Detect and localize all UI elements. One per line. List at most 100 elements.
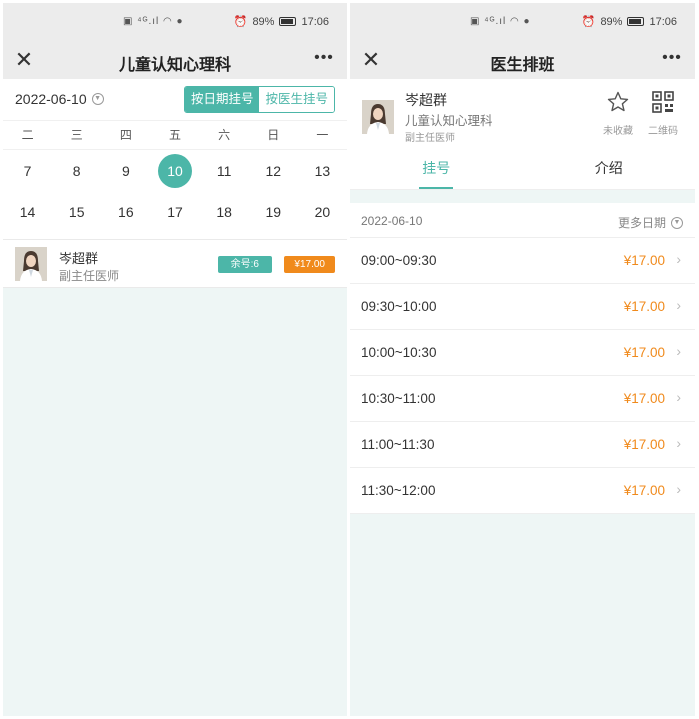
chevron-right-icon: › xyxy=(676,343,681,359)
tab-introduction[interactable]: 介绍 xyxy=(523,150,696,189)
qr-code-button[interactable]: 二维码 xyxy=(643,90,683,137)
chevron-down-icon: ▼ xyxy=(91,93,104,105)
slot-time: 11:30~12:00 xyxy=(361,483,436,498)
doctor-department: 儿童认知心理科 xyxy=(405,114,493,128)
page-title: 医生排班 xyxy=(490,57,555,74)
calendar-day[interactable]: 16 xyxy=(101,191,150,232)
day-number: 14 xyxy=(19,203,36,220)
calendar-day[interactable]: 11 xyxy=(200,150,249,191)
day-number: 16 xyxy=(118,203,134,220)
chevron-right-icon: › xyxy=(676,251,681,267)
register-mode-toggle: 按日期挂号 按医生挂号 xyxy=(183,86,335,113)
slot-price: ¥17.00 xyxy=(623,299,665,314)
calendar-day[interactable]: 19 xyxy=(249,191,298,232)
calendar-day[interactable]: 20 xyxy=(298,191,347,232)
status-right: ⏰ 89% 17:06 xyxy=(581,15,677,29)
time-slot[interactable]: 09:30~10:00 ¥17.00 › xyxy=(350,284,695,330)
calendar-day[interactable]: 12 xyxy=(249,150,298,191)
time-slot[interactable]: 10:00~10:30 ¥17.00 › xyxy=(350,330,695,376)
calendar-day[interactable]: 8 xyxy=(52,150,101,191)
day-number: 7 xyxy=(23,162,32,179)
chevron-right-icon: › xyxy=(676,389,681,405)
slot-price: ¥17.00 xyxy=(623,437,665,452)
weekday-label: 五 xyxy=(168,128,181,142)
selected-date: 2022-06-10 xyxy=(15,91,87,107)
status-right: ⏰ 89% 17:06 xyxy=(234,15,329,29)
weekday-label: 日 xyxy=(267,128,280,142)
more-dates-label: 更多日期 xyxy=(617,216,666,230)
calendar-day[interactable]: 13 xyxy=(298,150,347,191)
calendar-day[interactable]: 17 xyxy=(150,191,199,232)
schedule-date: 2022-06-10 xyxy=(361,214,423,228)
status-time: 17:06 xyxy=(649,15,677,28)
battery-icon xyxy=(279,17,297,26)
more-menu-button[interactable]: ••• xyxy=(311,47,337,73)
right-screen: ▣ ⁴ᴳ.ıl ◠ ● ⏰ 89% 17:06 ✕ 医生排班 ••• 岑超群 儿… xyxy=(350,3,695,716)
date-picker[interactable]: 2022-06-10 ▼ xyxy=(15,91,104,107)
remaining-badge: 余号:6 xyxy=(217,256,272,273)
weekday-label: 四 xyxy=(119,128,132,142)
signal-icons: ▣ ⁴ᴳ.ıl ◠ ● xyxy=(123,16,184,27)
by-date-button[interactable]: 按日期挂号 xyxy=(184,87,260,112)
day-number: 10 xyxy=(157,153,192,188)
calendar-week-1: 7 8 9 10 11 12 13 xyxy=(3,150,347,191)
status-bar: ▣ ⁴ᴳ.ıl ◠ ● ⏰ 89% 17:06 xyxy=(350,3,695,41)
by-doctor-button[interactable]: 按医生挂号 xyxy=(259,87,334,112)
day-number: 9 xyxy=(121,162,130,179)
alarm-icon: ⏰ xyxy=(581,16,596,28)
doctor-list-item[interactable]: 岑超群 副主任医师 余号:6 ¥17.00 xyxy=(3,240,347,288)
day-number: 20 xyxy=(314,203,331,220)
slot-time: 11:00~11:30 xyxy=(361,437,435,452)
more-menu-button[interactable]: ••• xyxy=(659,47,685,73)
calendar-day[interactable]: 14 xyxy=(3,191,52,232)
day-number: 17 xyxy=(167,203,183,220)
weekday-label: 三 xyxy=(70,128,83,142)
chevron-right-icon: › xyxy=(676,481,681,497)
title-bar: ✕ 儿童认知心理科 ••• xyxy=(3,41,347,79)
time-slot[interactable]: 09:00~09:30 ¥17.00 › xyxy=(350,238,695,284)
chevron-right-icon: › xyxy=(676,297,681,313)
weekday-label: 六 xyxy=(218,128,231,142)
chevron-down-icon: ▼ xyxy=(671,216,683,229)
more-dates-button[interactable]: 更多日期 ▼ xyxy=(618,214,683,231)
time-slot[interactable]: 11:00~11:30 ¥17.00 › xyxy=(350,422,695,468)
qr-code-label: 二维码 xyxy=(648,126,678,137)
doctor-name: 岑超群 xyxy=(59,251,99,266)
doctor-avatar xyxy=(362,100,394,134)
title-bar: ✕ 医生排班 ••• xyxy=(350,41,695,79)
time-slot[interactable]: 10:30~11:00 ¥17.00 › xyxy=(350,376,695,422)
weekday-header: 二 三 四 五 六 日 一 xyxy=(3,121,347,150)
chevron-right-icon: › xyxy=(676,435,681,451)
left-screen: ▣ ⁴ᴳ.ıl ◠ ● ⏰ 89% 17:06 ✕ 儿童认知心理科 ••• 20… xyxy=(3,3,347,716)
calendar-week-2: 14 15 16 17 18 19 20 xyxy=(3,191,347,232)
slot-price: ¥17.00 xyxy=(623,253,665,268)
date-row: 2022-06-10 ▼ 按日期挂号 按医生挂号 xyxy=(3,79,347,121)
slot-price: ¥17.00 xyxy=(623,345,665,360)
battery-percent: 89% xyxy=(600,15,623,28)
status-time: 17:06 xyxy=(301,15,329,28)
tab-bar: 挂号 介绍 xyxy=(350,150,695,190)
calendar-day[interactable]: 18 xyxy=(200,191,249,232)
slot-time: 09:30~10:00 xyxy=(361,299,437,314)
time-slot[interactable]: 11:30~12:00 ¥17.00 › xyxy=(350,468,695,514)
favorite-button[interactable]: 未收藏 xyxy=(598,90,638,137)
day-number: 12 xyxy=(265,162,282,179)
slot-time: 10:00~10:30 xyxy=(361,345,437,360)
weekday-label: 一 xyxy=(316,128,329,142)
day-number: 8 xyxy=(72,162,81,179)
favorite-label: 未收藏 xyxy=(603,126,633,137)
calendar-day[interactable]: 7 xyxy=(3,150,52,191)
calendar-day[interactable]: 15 xyxy=(52,191,101,232)
slot-price: ¥17.00 xyxy=(623,391,665,406)
calendar-day-selected[interactable]: 10 xyxy=(150,150,199,191)
tab-register[interactable]: 挂号 xyxy=(350,150,523,189)
doctor-profile: 岑超群 儿童认知心理科 副主任医师 未收藏 二维码 xyxy=(350,79,695,150)
signal-icons: ▣ ⁴ᴳ.ıl ◠ ● xyxy=(470,16,531,27)
day-number: 15 xyxy=(68,203,85,220)
schedule-header: 2022-06-10 更多日期 ▼ xyxy=(350,203,695,238)
day-number: 19 xyxy=(265,203,282,220)
price-badge: ¥17.00 xyxy=(284,256,335,273)
day-number: 18 xyxy=(216,203,232,220)
doctor-avatar xyxy=(15,247,47,281)
calendar-day[interactable]: 9 xyxy=(101,150,150,191)
